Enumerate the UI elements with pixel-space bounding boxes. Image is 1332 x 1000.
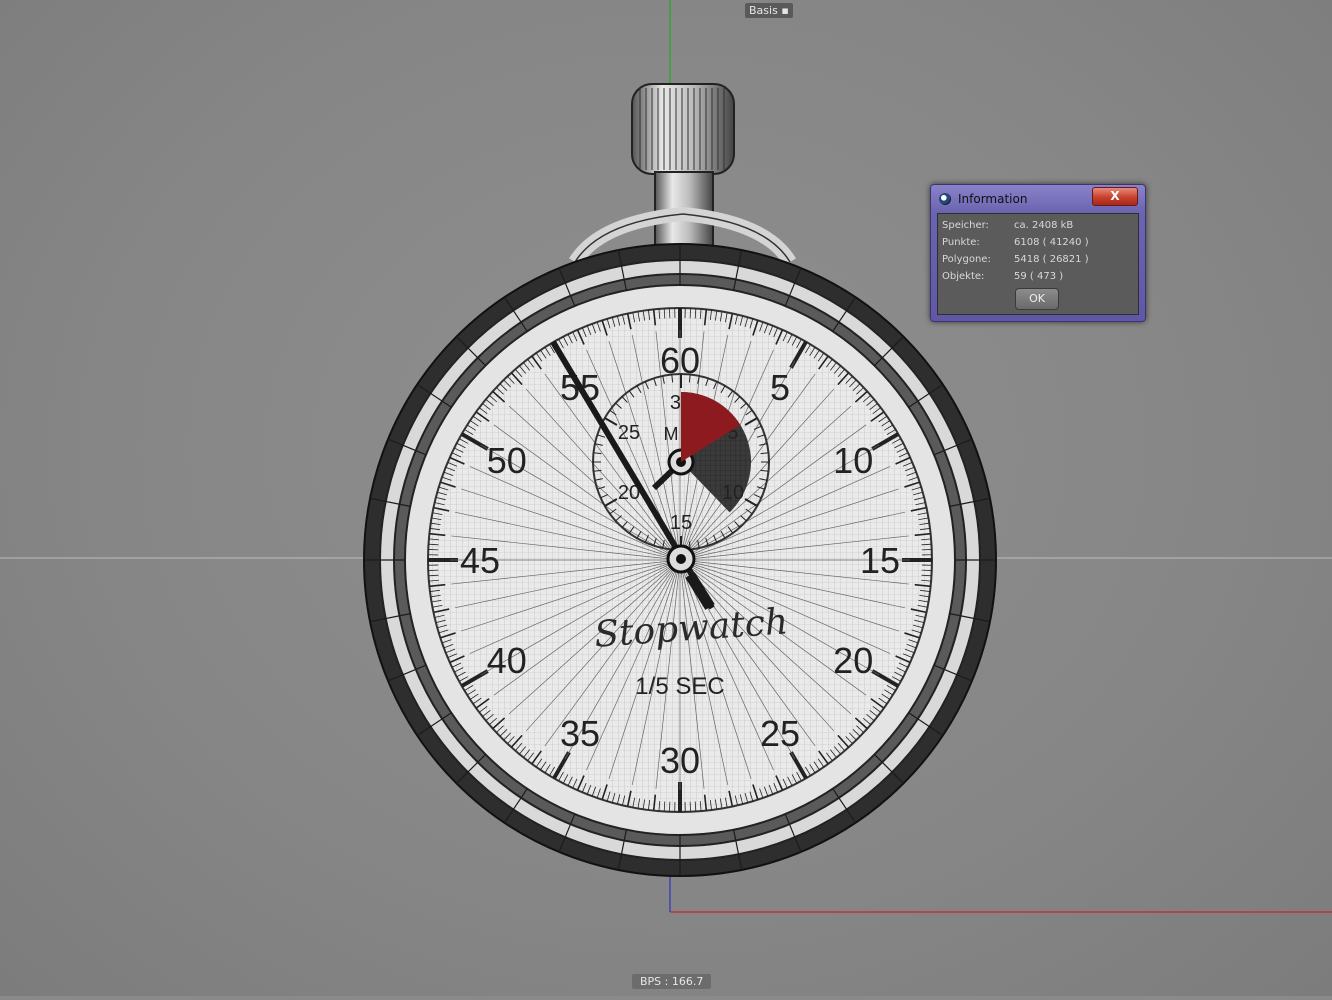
minute-numeral-15: 15 — [670, 512, 692, 534]
fps-readout: BPS : 166.7 — [632, 974, 711, 989]
dial-numeral-20: 20 — [833, 640, 873, 681]
dialog-title: Information — [958, 192, 1027, 206]
view-name-label[interactable]: Basis ▪ — [745, 3, 793, 18]
3d-viewport[interactable]: 60510152025303540455055 30510152025 M St… — [0, 0, 1332, 996]
dial-numeral-25: 25 — [760, 713, 800, 754]
dial-caption: 1/5 SEC — [635, 673, 724, 700]
dial-numeral-45: 45 — [460, 540, 500, 581]
dial-numeral-40: 40 — [487, 640, 527, 681]
dial-numeral-30: 30 — [660, 740, 700, 781]
app-icon — [939, 193, 951, 205]
information-dialog[interactable]: Information X Speicher:ca. 2408 kB Punkt… — [930, 184, 1146, 322]
crown — [632, 84, 734, 174]
ok-button[interactable]: OK — [1015, 288, 1059, 310]
dial-numeral-5: 5 — [770, 367, 790, 408]
close-button[interactable]: X — [1092, 187, 1138, 206]
dialog-body: Speicher:ca. 2408 kB Punkte:6108 ( 41240… — [937, 213, 1139, 315]
dial-numeral-35: 35 — [560, 713, 600, 754]
minute-numeral-25: 25 — [618, 422, 640, 444]
dialog-titlebar[interactable]: Information X — [931, 185, 1145, 211]
minute-numeral-10: 10 — [722, 482, 744, 504]
stopwatch-model[interactable]: 60510152025303540455055 30510152025 M St… — [0, 0, 1332, 996]
dial-numeral-15: 15 — [860, 540, 900, 581]
camera-icon: ▪ — [781, 4, 788, 17]
dial-numeral-10: 10 — [833, 440, 873, 481]
minute-dial-label: M — [664, 424, 679, 444]
dial-numeral-50: 50 — [487, 440, 527, 481]
